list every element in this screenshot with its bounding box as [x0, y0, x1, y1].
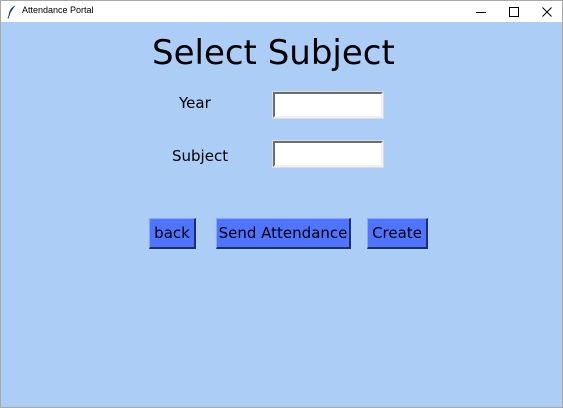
- close-icon: [541, 2, 552, 21]
- app-window: Attendance Portal Select Subject Year Su…: [0, 0, 563, 408]
- title-bar[interactable]: Attendance Portal: [1, 1, 562, 22]
- page-title: Select Subject: [152, 33, 395, 73]
- back-button[interactable]: back: [149, 218, 196, 249]
- year-label: Year: [179, 94, 211, 112]
- close-button[interactable]: [530, 1, 563, 22]
- feather-icon: [7, 4, 17, 19]
- subject-label: Subject: [172, 147, 229, 165]
- client-area: Select Subject Year Subject back Send At…: [1, 22, 562, 407]
- create-button[interactable]: Create: [367, 218, 428, 249]
- year-input[interactable]: [272, 91, 384, 119]
- maximize-button[interactable]: [497, 1, 530, 22]
- subject-input[interactable]: [272, 140, 384, 168]
- window-title: Attendance Portal: [22, 5, 94, 15]
- send-attendance-button[interactable]: Send Attendance: [216, 218, 351, 249]
- minimize-button[interactable]: [464, 1, 497, 22]
- minimize-icon: [475, 2, 486, 21]
- maximize-icon: [508, 2, 519, 21]
